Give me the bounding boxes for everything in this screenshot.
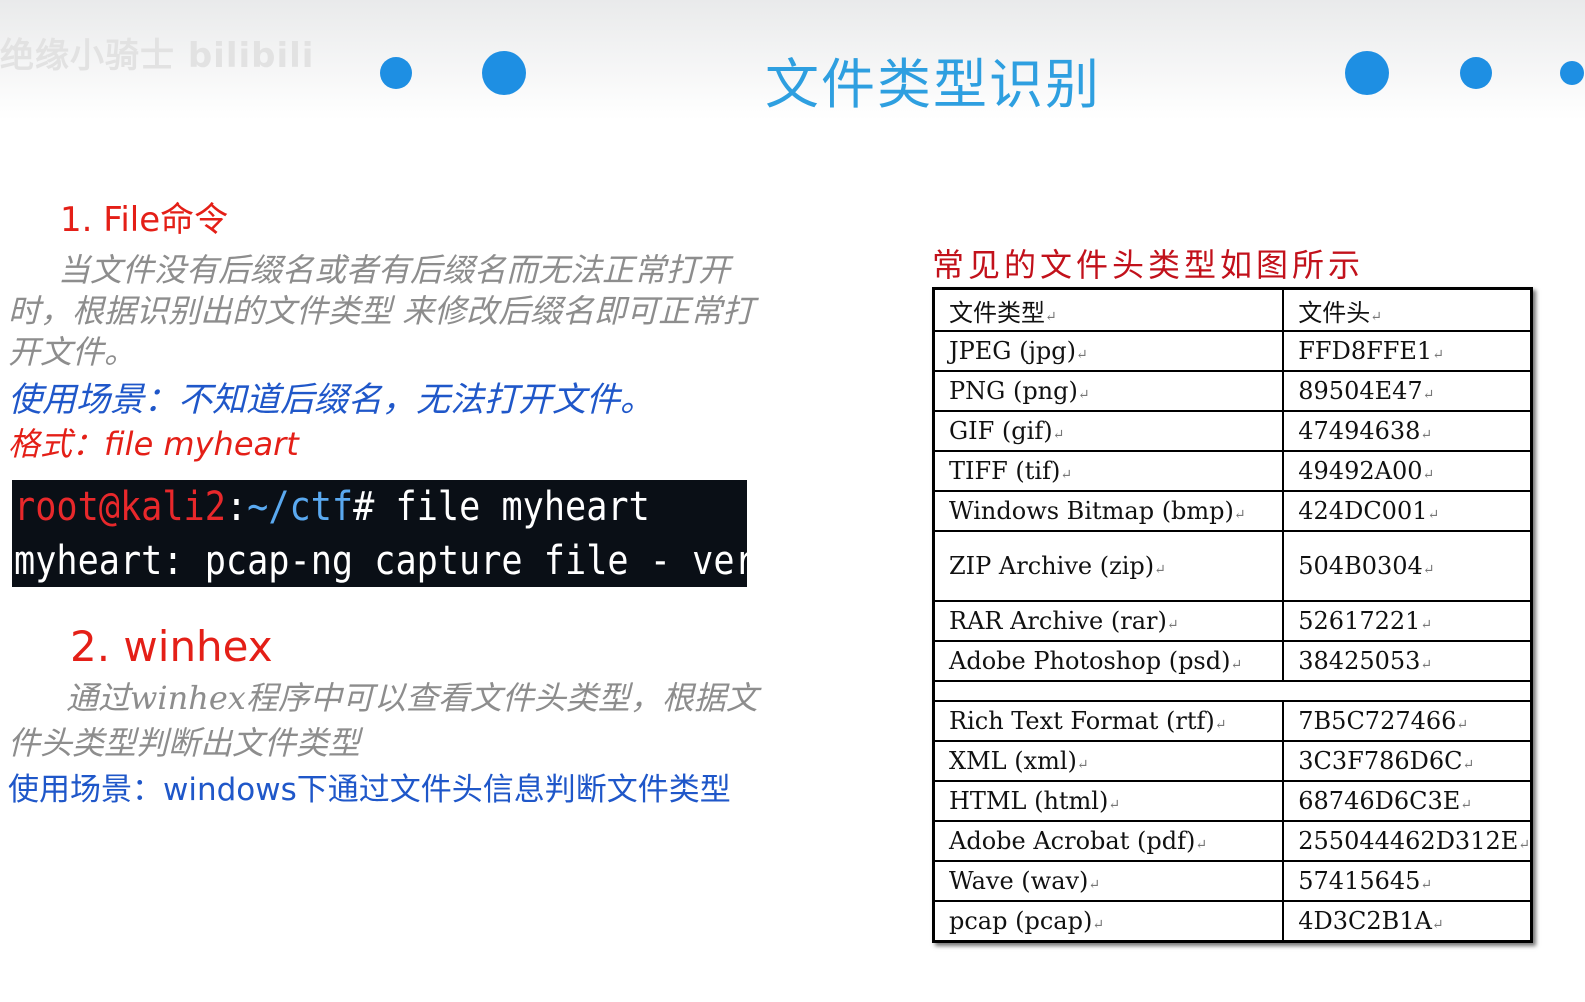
- cell-type: Windows Bitmap (bmp)↵: [932, 490, 1285, 532]
- cell-type: XML (xml)↵: [932, 740, 1285, 782]
- cell-type: ZIP Archive (zip)↵: [932, 530, 1285, 602]
- decorative-dot: [482, 51, 526, 95]
- terminal-path: ~/ctf: [247, 484, 354, 530]
- cell-type: Adobe Acrobat (pdf)↵: [932, 820, 1285, 862]
- table-row: PNG (png)↵ 89504E47↵: [932, 370, 1533, 412]
- cell-header: 3C3F786D6C↵: [1282, 740, 1533, 782]
- table-row: ZIP Archive (zip)↵ 504B0304↵: [932, 530, 1533, 602]
- cell-type: Rich Text Format (rtf)↵: [932, 700, 1285, 742]
- section1-format: 格式：file myheart: [8, 425, 299, 463]
- decorative-dot: [1345, 51, 1389, 95]
- table-row: Windows Bitmap (bmp)↵ 424DC001↵: [932, 490, 1533, 532]
- cell-header: 4D3C2B1A↵: [1282, 900, 1533, 943]
- decorative-dot: [1560, 61, 1584, 85]
- terminal-command: file myheart: [374, 484, 650, 530]
- cell-type: JPEG (jpg)↵: [932, 330, 1285, 372]
- table-caption: 常见的文件头类型如图所示: [932, 246, 1365, 284]
- cell-type: TIFF (tif)↵: [932, 450, 1285, 492]
- table-row: RAR Archive (rar)↵ 52617221↵: [932, 600, 1533, 642]
- cell-header: 424DC001↵: [1282, 490, 1533, 532]
- table-row: pcap (pcap)↵ 4D3C2B1A↵: [932, 900, 1533, 943]
- table-row: HTML (html)↵ 68746D6C3E↵: [932, 780, 1533, 822]
- section1-description: 当文件没有后缀名或者有后缀名而无法正常打开时，根据识别出的文件类型 来修改后缀名…: [8, 251, 755, 371]
- cell-header: 38425053↵: [1282, 640, 1533, 682]
- cell-header: 52617221↵: [1282, 600, 1533, 642]
- column-header-magic: 文件头↵: [1282, 287, 1533, 332]
- cell-header: 49492A00↵: [1282, 450, 1533, 492]
- section2-heading: 2. winhex: [70, 622, 273, 671]
- file-header-table: 文件类型↵ 文件头↵ JPEG (jpg)↵ FFD8FFE1↵ PNG (png…: [932, 287, 1533, 943]
- cell-header: 57415645↵: [1282, 860, 1533, 902]
- table-row: Adobe Photoshop (psd)↵ 38425053↵: [932, 640, 1533, 682]
- table-row: XML (xml)↵ 3C3F786D6C↵: [932, 740, 1533, 782]
- cell-header: FFD8FFE1↵: [1282, 330, 1533, 372]
- section1-heading: 1. File命令: [60, 200, 229, 240]
- cell-header: 89504E47↵: [1282, 370, 1533, 412]
- table-gap-row: [933, 680, 1532, 702]
- cell-header: 504B0304↵: [1282, 530, 1533, 602]
- terminal-separator: :: [225, 484, 248, 530]
- terminal-user-host: root@kali2: [14, 484, 226, 530]
- watermark: 绝缘小骑士 bilibili: [0, 36, 315, 76]
- terminal-screenshot: root@kali2:~/ctf# file myheart myheart: …: [12, 480, 747, 587]
- cell-type: pcap (pcap)↵: [932, 900, 1285, 943]
- cell-header: 7B5C727466↵: [1282, 700, 1533, 742]
- section1-usage: 使用场景：不知道后缀名，无法打开文件。: [8, 380, 654, 420]
- cell-type: HTML (html)↵: [932, 780, 1285, 822]
- terminal-prompt: #: [353, 484, 375, 530]
- terminal-output: myheart: pcap-ng capture file - version …: [14, 538, 747, 584]
- table-header-row: 文件类型↵ 文件头↵: [932, 287, 1533, 332]
- decorative-dot: [380, 57, 412, 89]
- cell-header: 47494638↵: [1282, 410, 1533, 452]
- table-row: Wave (wav)↵ 57415645↵: [932, 860, 1533, 902]
- table-row: GIF (gif)↵ 47494638↵: [932, 410, 1533, 452]
- section2-usage: 使用场景：windows下通过文件头信息判断文件类型: [8, 772, 731, 808]
- cell-type: PNG (png)↵: [932, 370, 1285, 412]
- table-row: JPEG (jpg)↵ FFD8FFE1↵: [932, 330, 1533, 372]
- section2-description: 通过winhex程序中可以查看文件头类型，根据文件头类型判断出文件类型: [8, 679, 758, 762]
- cell-type: Wave (wav)↵: [932, 860, 1285, 902]
- table-row: Rich Text Format (rtf)↵ 7B5C727466↵: [932, 700, 1533, 742]
- table-row: Adobe Acrobat (pdf)↵ 255044462D312E↵: [932, 820, 1533, 862]
- cell-type: RAR Archive (rar)↵: [932, 600, 1285, 642]
- table-row: TIFF (tif)↵ 49492A00↵: [932, 450, 1533, 492]
- terminal-command-line: root@kali2:~/ctf# file myheart: [14, 484, 650, 530]
- cell-header: 68746D6C3E↵: [1282, 780, 1533, 822]
- cell-header: 255044462D312E↵: [1282, 820, 1533, 862]
- page-title: 文件类型识别: [765, 53, 1101, 116]
- cell-type: Adobe Photoshop (psd)↵: [932, 640, 1285, 682]
- decorative-dot: [1460, 57, 1492, 89]
- column-header-type: 文件类型↵: [932, 287, 1285, 332]
- cell-type: GIF (gif)↵: [932, 410, 1285, 452]
